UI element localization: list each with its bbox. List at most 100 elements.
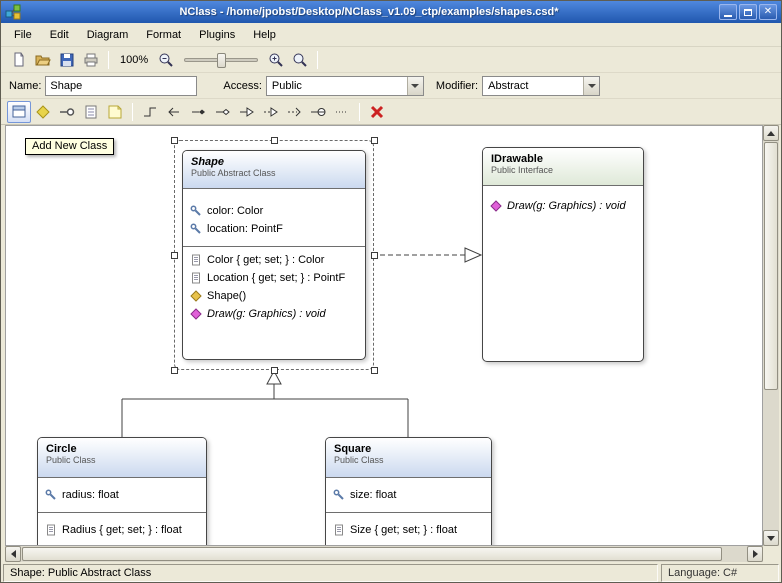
selection-handle-s[interactable] [271,367,278,374]
interface-box-idrawable[interactable]: IDrawable Public Interface Draw(g: Graph… [482,147,644,362]
field-row[interactable]: size: float [326,486,491,504]
member-row[interactable]: Radius { get; set; } : float [38,521,206,539]
access-select[interactable]: Public [266,76,424,96]
add-enum-button[interactable] [79,101,103,123]
menu-diagram[interactable]: Diagram [78,26,138,44]
class-box-circle[interactable]: Circle Public Class radius: float [37,437,207,546]
vertical-scrollbar-thumb[interactable] [764,142,778,390]
field-row[interactable]: color: Color [183,202,365,220]
zoom-out-icon [158,52,174,68]
member-row[interactable]: Location { get; set; } : PointF [183,269,365,287]
directed-association-tool-button[interactable] [162,101,186,123]
zoom-out-button[interactable] [154,49,178,71]
add-class-button[interactable] [7,101,31,123]
member-text: Draw(g: Graphics) : void [507,200,626,212]
minimize-button[interactable] [719,4,737,20]
zoom-in-button[interactable] [264,49,288,71]
class-name: Square [334,443,483,455]
interface-icon [59,104,75,120]
menu-plugins[interactable]: Plugins [190,26,244,44]
class-header[interactable]: Square Public Class [326,438,491,478]
modifier-dropdown-button[interactable] [583,77,599,95]
name-input[interactable] [45,76,197,96]
menu-format[interactable]: Format [137,26,190,44]
structure-icon [35,104,51,120]
zoom-slider-thumb[interactable] [217,53,226,68]
dependency-icon [286,104,302,120]
composition-icon [190,104,206,120]
comment-connector-icon [334,104,350,120]
realization-icon [262,104,278,120]
open-button[interactable] [31,49,55,71]
close-button[interactable]: ✕ [759,4,777,20]
selection-handle-e[interactable] [371,252,378,259]
composition-tool-button[interactable] [186,101,210,123]
association-tool-button[interactable] [138,101,162,123]
menu-file[interactable]: File [5,26,41,44]
members-section: Draw(g: Graphics) : void [483,186,643,215]
add-structure-button[interactable] [31,101,55,123]
selection-handle-ne[interactable] [371,137,378,144]
tooltip: Add New Class [25,138,114,155]
add-comment-button[interactable] [103,101,127,123]
selection-handle-w[interactable] [171,252,178,259]
field-row[interactable]: radius: float [38,486,206,504]
field-row[interactable]: location: PointF [183,220,365,238]
maximize-button[interactable] [739,4,757,20]
arrow-down-icon [767,536,775,541]
member-row[interactable]: Shape() [183,287,365,305]
save-button[interactable] [55,49,79,71]
realization-tool-button[interactable] [258,101,282,123]
member-row[interactable]: Size { get; set; } : float [326,521,491,539]
scroll-left-button[interactable] [5,546,21,562]
menu-help[interactable]: Help [244,26,285,44]
dependency-tool-button[interactable] [282,101,306,123]
menu-edit[interactable]: Edit [41,26,78,44]
zoom-slider[interactable] [184,58,258,62]
modifier-select[interactable]: Abstract [482,76,600,96]
selection-handle-se[interactable] [371,367,378,374]
fields-section: radius: float [38,478,206,512]
generalization-tool-button[interactable] [234,101,258,123]
selection-handle-n[interactable] [271,137,278,144]
access-value: Public [267,80,407,92]
diagram-canvas[interactable]: Shape Public Abstract Class color: Color [5,125,763,546]
class-header[interactable]: Circle Public Class [38,438,206,478]
access-label: Access: [223,80,262,92]
selection-handle-nw[interactable] [171,137,178,144]
selection-handle-sw[interactable] [171,367,178,374]
scroll-down-button[interactable] [763,530,779,546]
aggregation-tool-button[interactable] [210,101,234,123]
zoom-reset-button[interactable] [288,49,312,71]
arrow-left-icon [11,550,16,558]
scroll-right-button[interactable] [747,546,763,562]
new-button[interactable] [7,49,31,71]
name-label: Name: [9,80,41,92]
interface-stereotype: Public Interface [491,165,635,175]
class-box-shape[interactable]: Shape Public Abstract Class color: Color [182,150,366,360]
add-interface-button[interactable] [55,101,79,123]
comment-connector-tool-button[interactable] [330,101,354,123]
scroll-up-button[interactable] [763,125,779,141]
member-row[interactable]: Color { get; set; } : Color [183,251,365,269]
nesting-tool-button[interactable] [306,101,330,123]
print-button[interactable] [79,49,103,71]
member-row[interactable]: Draw(g: Graphics) : void [183,305,365,323]
interface-header[interactable]: IDrawable Public Interface [483,148,643,186]
chevron-down-icon [588,84,596,88]
class-stereotype: Public Abstract Class [191,168,357,178]
class-box-square[interactable]: Square Public Class size: float [325,437,492,546]
member-row[interactable]: Draw(g: Graphics) : void [483,197,643,215]
delete-button[interactable] [365,101,389,123]
vertical-scrollbar[interactable] [763,125,779,546]
property-icon [190,254,202,266]
class-header[interactable]: Shape Public Abstract Class [183,151,365,189]
field-icon [333,489,345,501]
horizontal-scrollbar[interactable] [5,546,763,562]
access-dropdown-button[interactable] [407,77,423,95]
members-section: Color { get; set; } : Color Location { g… [183,246,365,323]
titlebar[interactable]: NClass - /home/jpobst/Desktop/NClass_v1.… [1,1,781,23]
zoom-in-icon [268,52,284,68]
horizontal-scrollbar-thumb[interactable] [22,547,722,561]
status-bar: Shape: Public Abstract Class Language: C… [1,562,781,583]
